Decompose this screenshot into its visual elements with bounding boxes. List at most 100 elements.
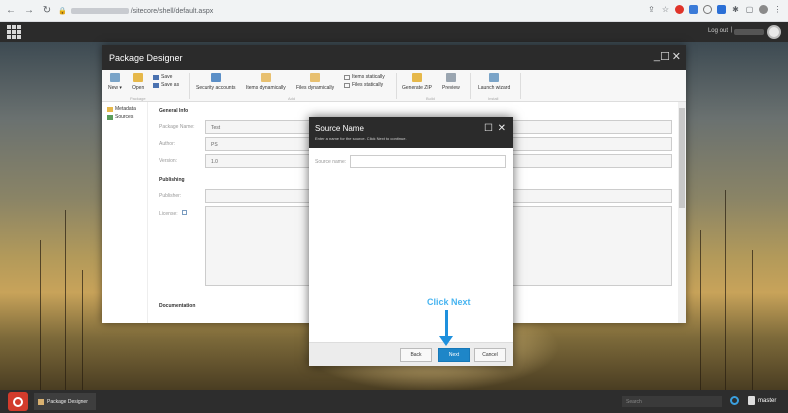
bookmark-star-icon[interactable]: ☆	[661, 5, 670, 14]
user-avatar[interactable]	[767, 25, 781, 39]
generate-zip-label: Generate ZIP	[402, 85, 433, 91]
forward-arrow-icon[interactable]: →	[22, 4, 36, 18]
next-button[interactable]: Next	[438, 348, 470, 362]
save-label: Save	[161, 74, 173, 80]
window-title: Package Designer	[109, 53, 183, 63]
preview-label: Preview	[442, 85, 460, 91]
dialog-header[interactable]: Source Name Enter a name for the source.…	[309, 117, 513, 148]
extension-blue-icon[interactable]	[717, 5, 726, 14]
refresh-icon[interactable]	[730, 396, 739, 405]
security-accounts-icon	[210, 73, 221, 82]
puzzle-extensions-icon[interactable]: ✱	[731, 5, 740, 14]
maximize-button[interactable]: ☐	[660, 50, 670, 63]
save-button[interactable]: Save	[153, 74, 172, 80]
browser-toolbar: ← → ↻ 🔒 /sitecore/shell/default.aspx ⇪ ☆…	[0, 0, 788, 22]
username-redacted	[734, 29, 764, 35]
sitecore-start-button[interactable]	[8, 392, 28, 411]
package-name-label: Package Name:	[159, 124, 195, 130]
browser-extensions: ⇪ ☆ ✱ ▢ ⋮	[647, 5, 782, 14]
publishing-heading: Publishing	[159, 177, 185, 183]
grass-stem	[82, 270, 83, 390]
address-bar[interactable]: 🔒 /sitecore/shell/default.aspx	[58, 4, 618, 18]
files-dynamically-icon	[310, 73, 321, 82]
callout-arrow-down-icon	[439, 336, 453, 346]
logout-link[interactable]: Log out	[708, 28, 728, 34]
sidebar-item-label: Sources	[115, 114, 134, 120]
source-name-input[interactable]	[350, 155, 506, 168]
new-package-icon	[109, 73, 120, 82]
source-name-dialog: Source Name Enter a name for the source.…	[309, 117, 513, 366]
grass-stem	[40, 240, 41, 390]
close-button[interactable]: ✕	[672, 50, 681, 63]
topbar-separator: |	[730, 27, 732, 33]
package-icon	[38, 398, 44, 405]
reload-icon[interactable]: ↻	[40, 4, 54, 18]
author-label: Author:	[159, 141, 176, 147]
security-accounts-button[interactable]: Security accounts	[196, 73, 235, 91]
items-statically-button[interactable]: Items statically	[344, 74, 385, 80]
click-next-callout: Click Next	[427, 297, 471, 307]
ribbon-separator	[470, 73, 471, 99]
launch-wizard-label: Launch wizard	[478, 85, 511, 91]
group-label-install: Install	[488, 96, 499, 101]
items-statically-icon	[344, 74, 350, 80]
dialog-subtitle: Enter a name for the source. Click Next …	[315, 136, 407, 141]
url-host-redacted	[70, 8, 129, 14]
lock-icon: 🔒	[58, 8, 67, 15]
files-statically-button[interactable]: Files statically	[344, 82, 383, 88]
back-arrow-icon[interactable]: ←	[4, 4, 18, 18]
form-scrollbar[interactable]	[678, 102, 686, 323]
dialog-body: Source name:	[309, 148, 513, 342]
package-designer-titlebar[interactable]: Package Designer _ ☐ ✕	[102, 45, 686, 70]
wizard-icon	[489, 73, 500, 82]
tab-layout-icon[interactable]: ▢	[745, 5, 754, 14]
open-label: Open	[132, 85, 145, 91]
group-label-package: Package	[130, 96, 146, 101]
cancel-button[interactable]: Cancel	[474, 348, 506, 362]
dialog-maximize-button[interactable]: ☐	[484, 123, 493, 134]
share-icon[interactable]: ⇪	[647, 5, 656, 14]
generate-zip-button[interactable]: Generate ZIP	[402, 73, 432, 91]
files-statically-label: Files statically	[352, 82, 384, 88]
save-icon	[153, 74, 159, 80]
new-button[interactable]: New ▾	[108, 73, 122, 91]
profile-icon[interactable]	[759, 5, 768, 14]
general-info-heading: General Info	[159, 108, 189, 114]
minimize-button[interactable]: _	[654, 50, 660, 62]
scrollbar-thumb[interactable]	[679, 108, 685, 208]
preview-button[interactable]: Preview	[442, 73, 460, 91]
database-icon	[748, 396, 755, 405]
source-name-label: Source name:	[315, 159, 347, 165]
back-button[interactable]: Back	[400, 348, 432, 362]
extension-orange-icon[interactable]	[689, 5, 698, 14]
files-statically-icon	[344, 82, 350, 88]
taskbar-item-package-designer[interactable]: Package Designer	[34, 393, 96, 410]
items-dynamically-button[interactable]: Items dynamically	[246, 73, 286, 91]
license-label: License:	[159, 210, 188, 217]
dialog-title: Source Name	[315, 124, 364, 133]
save-as-label: Save as	[161, 82, 180, 88]
files-dynamically-button[interactable]: Files dynamically	[296, 73, 334, 91]
ribbon-separator	[189, 73, 190, 99]
license-label-text: License:	[159, 211, 178, 217]
grass-stem	[752, 250, 753, 390]
new-label: New	[108, 85, 119, 91]
dialog-close-button[interactable]: ✕	[498, 123, 506, 134]
extension-circle-icon[interactable]	[703, 5, 712, 14]
menu-dots-icon[interactable]: ⋮	[773, 5, 782, 14]
taskbar-search-input[interactable]: Search	[622, 396, 722, 407]
sidebar: Metadata Sources	[102, 102, 148, 323]
app-launcher-icon[interactable]	[7, 25, 21, 39]
documentation-heading: Documentation	[159, 303, 196, 309]
database-name[interactable]: master	[758, 398, 776, 404]
open-button[interactable]: Open	[132, 73, 144, 91]
items-statically-label: Items statically	[352, 74, 385, 80]
opera-extension-icon[interactable]	[675, 5, 684, 14]
save-as-icon	[153, 82, 159, 88]
save-as-button[interactable]: Save as	[153, 82, 179, 88]
launch-wizard-button[interactable]: Launch wizard	[478, 73, 510, 91]
edit-license-icon[interactable]	[182, 210, 188, 215]
grass-stem	[65, 210, 66, 390]
sidebar-item-sources[interactable]: Sources	[102, 112, 147, 120]
sidebar-item-metadata[interactable]: Metadata	[102, 102, 147, 112]
